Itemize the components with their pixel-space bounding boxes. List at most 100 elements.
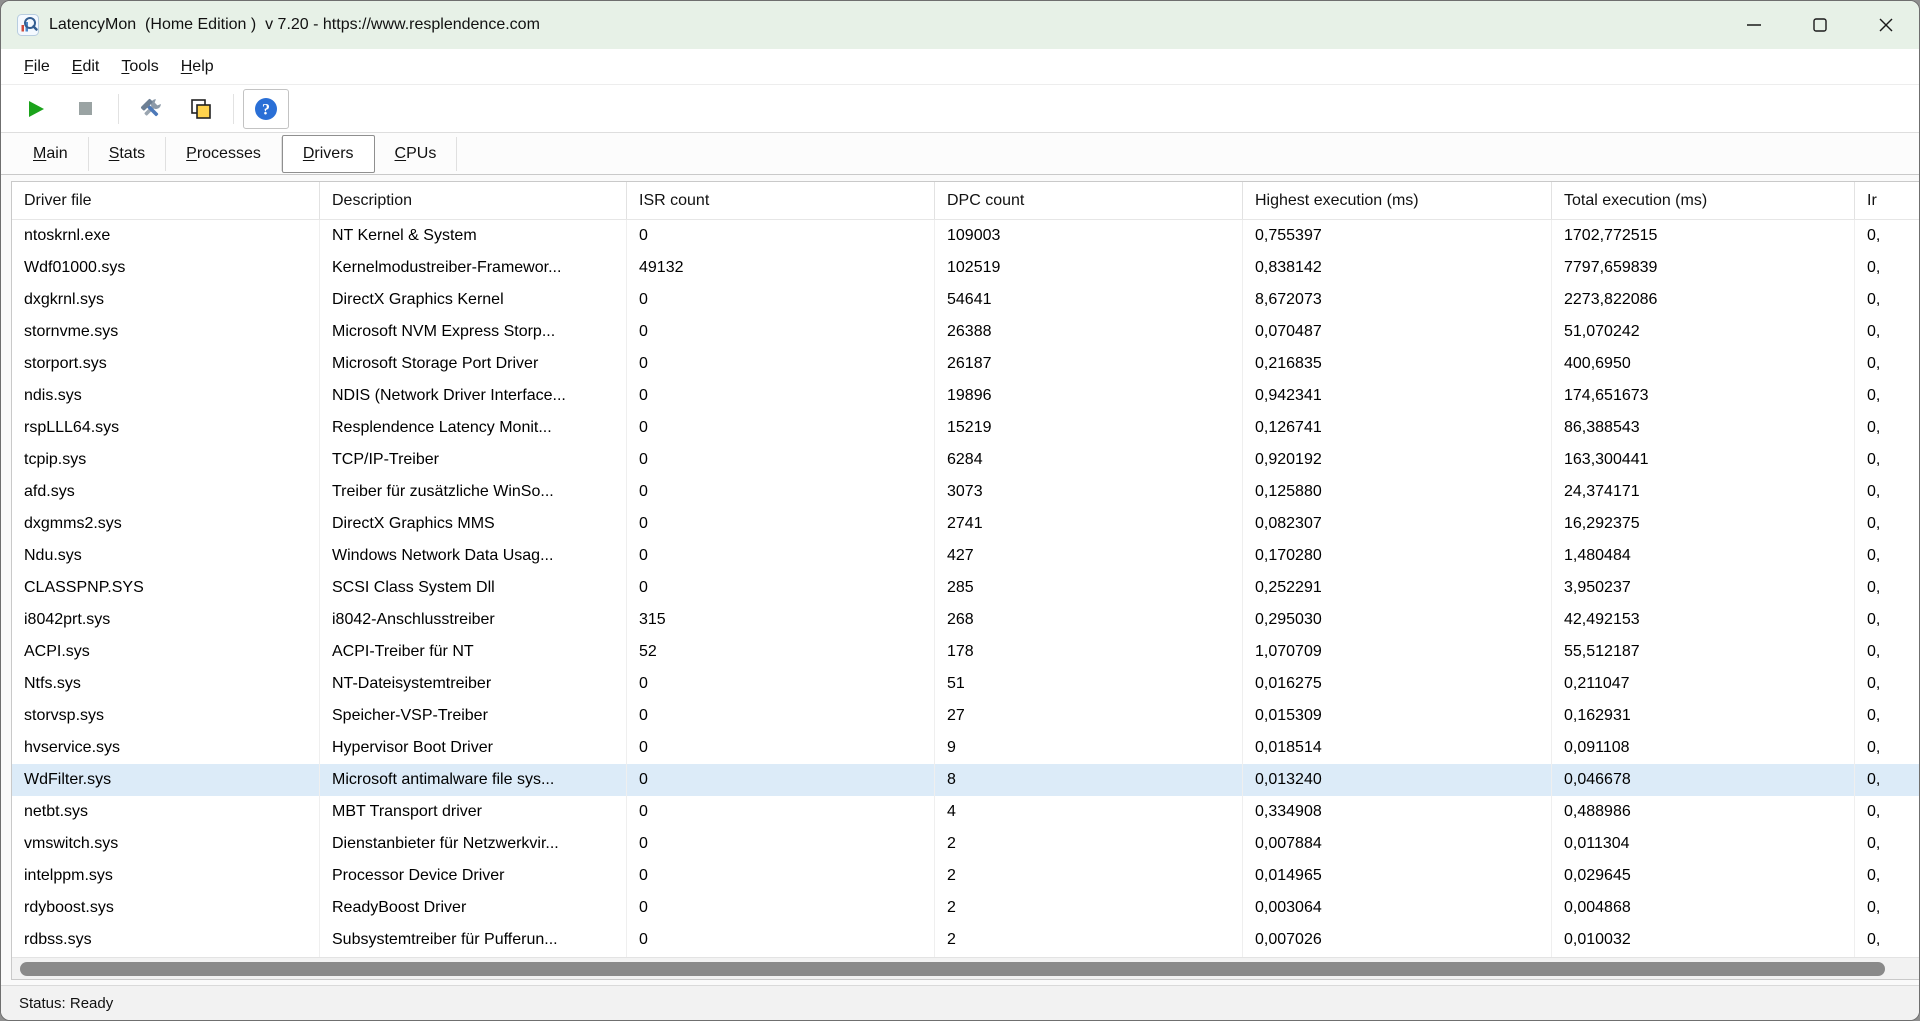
table-cell: Microsoft antimalware file sys... — [320, 764, 627, 796]
table-cell: 0,211047 — [1552, 668, 1855, 700]
column-header-dpc-count[interactable]: DPC count — [935, 182, 1243, 219]
table-header: Driver file Description ISR count DPC co… — [12, 182, 1919, 220]
column-header-description[interactable]: Description — [320, 182, 627, 219]
tab-processes-mnemonic: P — [186, 145, 197, 162]
table-cell: 0,016275 — [1243, 668, 1552, 700]
table-row[interactable]: tcpip.sysTCP/IP-Treiber062840,920192163,… — [12, 444, 1919, 476]
table-cell: 0, — [1855, 668, 1919, 700]
table-cell: 285 — [935, 572, 1243, 604]
table-cell: 0,488986 — [1552, 796, 1855, 828]
table-row[interactable]: Ntfs.sysNT-Dateisystemtreiber0510,016275… — [12, 668, 1919, 700]
table-cell: 0,334908 — [1243, 796, 1552, 828]
table-cell: 163,300441 — [1552, 444, 1855, 476]
table-cell: 0, — [1855, 220, 1919, 252]
table-cell: Microsoft NVM Express Storp... — [320, 316, 627, 348]
table-row[interactable]: ndis.sysNDIS (Network Driver Interface..… — [12, 380, 1919, 412]
table-cell: 0 — [627, 732, 935, 764]
table-row[interactable]: rspLLL64.sysResplendence Latency Monit..… — [12, 412, 1919, 444]
table-row[interactable]: vmswitch.sysDienstanbieter für Netzwerkv… — [12, 828, 1919, 860]
maximize-icon — [1797, 9, 1843, 41]
table-cell: 1702,772515 — [1552, 220, 1855, 252]
table-cell: 0, — [1855, 476, 1919, 508]
help-icon: ? — [253, 96, 279, 122]
maximize-button[interactable] — [1787, 1, 1853, 49]
copy-button[interactable] — [178, 89, 224, 129]
table-cell: 19896 — [935, 380, 1243, 412]
table-cell: netbt.sys — [12, 796, 320, 828]
app-icon — [17, 14, 39, 36]
table-cell: 0 — [627, 284, 935, 316]
table-cell: 0,252291 — [1243, 572, 1552, 604]
table-cell: storport.sys — [12, 348, 320, 380]
table-cell: 0, — [1855, 444, 1919, 476]
column-header-driver-file[interactable]: Driver file — [12, 182, 320, 219]
column-header-total-execution[interactable]: Total execution (ms) — [1552, 182, 1855, 219]
horizontal-scrollbar[interactable] — [12, 957, 1919, 979]
table-cell: WdFilter.sys — [12, 764, 320, 796]
close-button[interactable] — [1853, 1, 1919, 49]
menu-help[interactable]: Help — [170, 53, 225, 81]
table-cell: 1,070709 — [1243, 636, 1552, 668]
column-header-highest-execution[interactable]: Highest execution (ms) — [1243, 182, 1552, 219]
table-row[interactable]: storvsp.sysSpeicher-VSP-Treiber0270,0153… — [12, 700, 1919, 732]
table-cell: 0, — [1855, 860, 1919, 892]
table-row[interactable]: intelppm.sysProcessor Device Driver020,0… — [12, 860, 1919, 892]
table-cell: ntoskrnl.exe — [12, 220, 320, 252]
table-cell: 0, — [1855, 924, 1919, 956]
table-row[interactable]: WdFilter.sysMicrosoft antimalware file s… — [12, 764, 1919, 796]
table-cell: Hypervisor Boot Driver — [320, 732, 627, 764]
table-cell: Speicher-VSP-Treiber — [320, 700, 627, 732]
tab-stats[interactable]: Stats — [89, 137, 166, 171]
minimize-button[interactable] — [1721, 1, 1787, 49]
table-cell: 109003 — [935, 220, 1243, 252]
tab-cpus[interactable]: CPUs — [375, 137, 458, 171]
table-cell: 0 — [627, 476, 935, 508]
table-row[interactable]: rdbss.sysSubsystemtreiber für Pufferun..… — [12, 924, 1919, 956]
tools-button[interactable] — [128, 89, 174, 129]
menu-edit[interactable]: Edit — [61, 53, 111, 81]
tab-stats-mnemonic: S — [109, 145, 120, 162]
table-row[interactable]: Ndu.sysWindows Network Data Usag...04270… — [12, 540, 1919, 572]
copy-icon — [188, 96, 214, 122]
table-row[interactable]: CLASSPNP.SYSSCSI Class System Dll02850,2… — [12, 572, 1919, 604]
table-cell: 0,920192 — [1243, 444, 1552, 476]
table-row[interactable]: afd.sysTreiber für zusätzliche WinSo...0… — [12, 476, 1919, 508]
table-cell: 0 — [627, 380, 935, 412]
table-cell: 0 — [627, 444, 935, 476]
table-cell: 0,015309 — [1243, 700, 1552, 732]
table-row[interactable]: storport.sysMicrosoft Storage Port Drive… — [12, 348, 1919, 380]
table-cell: 86,388543 — [1552, 412, 1855, 444]
table-cell: 0, — [1855, 700, 1919, 732]
table-cell: 52 — [627, 636, 935, 668]
menu-tools[interactable]: Tools — [110, 53, 169, 81]
table-cell: 0, — [1855, 604, 1919, 636]
stop-button[interactable] — [63, 89, 109, 129]
help-button[interactable]: ? — [243, 89, 289, 129]
table-cell: 0 — [627, 220, 935, 252]
menu-file[interactable]: File — [13, 53, 61, 81]
table-row[interactable]: Wdf01000.sysKernelmodustreiber-Framewor.… — [12, 252, 1919, 284]
table-cell: 0,216835 — [1243, 348, 1552, 380]
window-title: LatencyMon (Home Edition ) v 7.20 - http… — [49, 16, 540, 34]
table-row[interactable]: stornvme.sysMicrosoft NVM Express Storp.… — [12, 316, 1919, 348]
tab-processes[interactable]: Processes — [166, 137, 282, 171]
tab-main-mnemonic: M — [33, 145, 46, 162]
scrollbar-thumb[interactable] — [20, 962, 1885, 976]
table-row[interactable]: dxgkrnl.sysDirectX Graphics Kernel054641… — [12, 284, 1919, 316]
table-row[interactable]: i8042prt.sysi8042-Anschlusstreiber315268… — [12, 604, 1919, 636]
table-row[interactable]: rdyboost.sysReadyBoost Driver020,0030640… — [12, 892, 1919, 924]
table-row[interactable]: dxgmms2.sysDirectX Graphics MMS027410,08… — [12, 508, 1919, 540]
tab-main[interactable]: Main — [13, 137, 89, 171]
column-header-ir[interactable]: Ir — [1855, 182, 1919, 219]
table-row[interactable]: netbt.sysMBT Transport driver040,3349080… — [12, 796, 1919, 828]
table-row[interactable]: ntoskrnl.exeNT Kernel & System01090030,7… — [12, 220, 1919, 252]
column-header-isr-count[interactable]: ISR count — [627, 182, 935, 219]
table-cell: 0,082307 — [1243, 508, 1552, 540]
table-cell: 178 — [935, 636, 1243, 668]
table-cell: 0,029645 — [1552, 860, 1855, 892]
table-row[interactable]: hvservice.sysHypervisor Boot Driver090,0… — [12, 732, 1919, 764]
tab-drivers[interactable]: Drivers — [282, 135, 375, 173]
table-row[interactable]: ACPI.sysACPI-Treiber für NT521781,070709… — [12, 636, 1919, 668]
play-icon — [24, 97, 48, 121]
start-button[interactable] — [13, 89, 59, 129]
